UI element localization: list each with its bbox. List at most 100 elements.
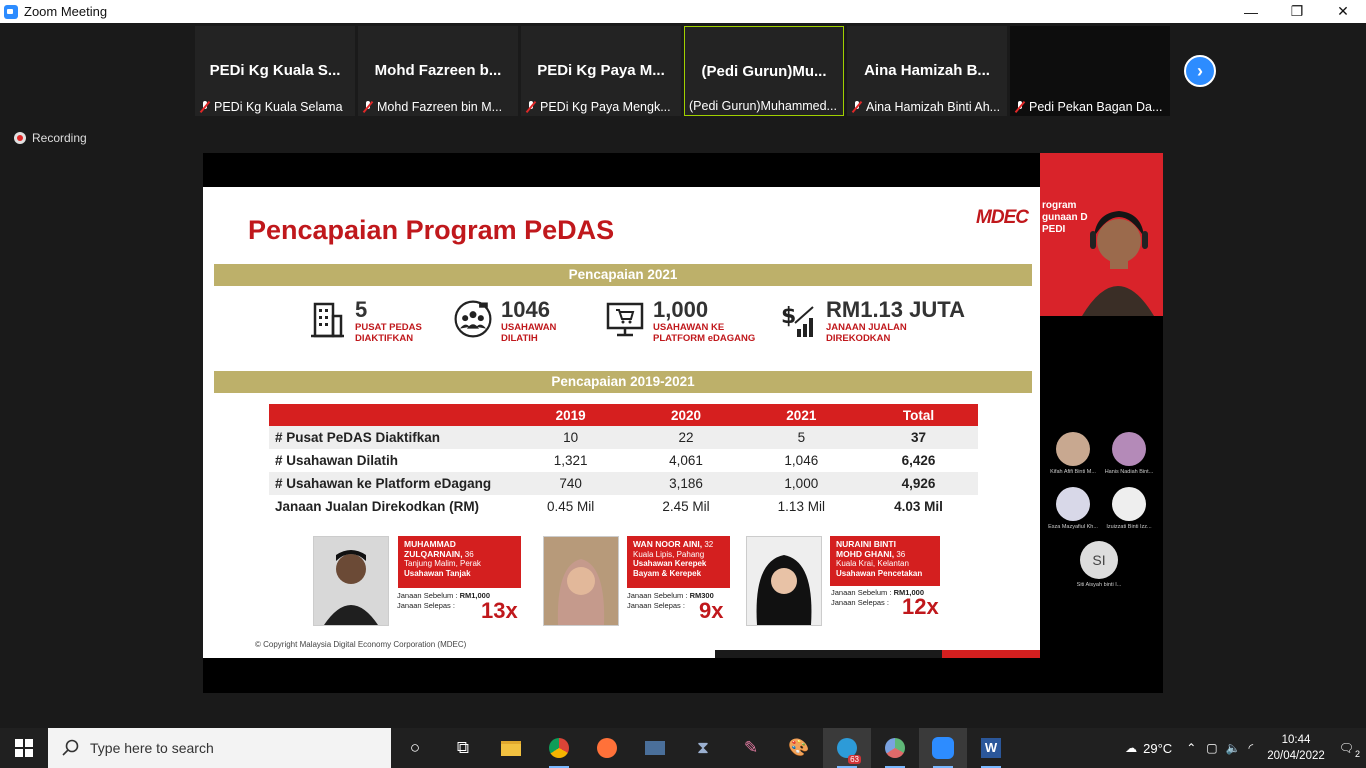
zoom-taskbar-icon[interactable] — [919, 728, 967, 768]
participant-name: PEDi Kg Paya Mengk... — [540, 100, 671, 114]
stat-label: USAHAWAN — [501, 322, 557, 333]
clock-date: 20/04/2022 — [1267, 750, 1325, 762]
presenter-video[interactable]: rogram gunaan D PEDI — [1040, 153, 1163, 316]
background-text-line: rogram — [1042, 200, 1077, 211]
avatar — [1056, 487, 1090, 521]
participant-tile[interactable]: Pedi Pekan Bagan Da... — [1010, 26, 1170, 116]
firefox-icon[interactable] — [583, 728, 631, 768]
gallery-participant[interactable]: Izuizzati Binti Izz... — [1099, 487, 1159, 530]
paint-app-icon[interactable]: ✎ — [727, 728, 775, 768]
gallery-participant[interactable]: Kifah Afifi Binti M... — [1043, 432, 1103, 475]
notification-center-icon[interactable]: 🗨 2 — [1339, 741, 1360, 759]
participant-name: Izuizzati Binti Izz... — [1106, 524, 1152, 530]
volume-icon[interactable]: 🔈 — [1226, 741, 1241, 755]
cortana-icon[interactable]: ○ — [391, 728, 439, 768]
next-page-button[interactable]: › — [1184, 55, 1216, 87]
notification-count: 2 — [1354, 749, 1360, 759]
profile-business: Usahawan Tanjak — [404, 568, 471, 578]
profile-label: NURAINI BINTI MOHD GHANI, 36 Kuala Krai,… — [830, 536, 940, 586]
profile-revenue: Janaan Sebelum : RM1,000 Janaan Selepas … — [397, 591, 490, 611]
gallery-participant[interactable]: Hanis Nadiah Bint... — [1099, 432, 1159, 475]
mic-muted-icon — [362, 101, 374, 113]
participant-tile[interactable]: Mohd Fazreen b... Mohd Fazreen bin M... — [358, 26, 518, 116]
avatar — [1112, 487, 1146, 521]
dollar-growth-icon: $ — [778, 298, 818, 340]
stat-label: DIREKODKAN — [826, 333, 891, 344]
table-cell: Janaan Jualan Direkodkan (RM) — [275, 499, 480, 514]
network-icon[interactable]: ◜ — [1249, 741, 1254, 755]
temperature[interactable]: 29°C — [1143, 741, 1172, 756]
table-cell: 740 — [513, 472, 629, 495]
chrome-alt-icon[interactable] — [871, 728, 919, 768]
slide-title: Pencapaian Program PeDAS — [248, 215, 615, 245]
profile-card: WAN NOOR AINI, 32 Kuala Lipis, Pahang Us… — [543, 536, 738, 631]
maximize-button[interactable]: ❐ — [1274, 0, 1320, 23]
participant-name: PEDi Kg Kuala Selama — [214, 100, 343, 114]
revenue-before-label: Janaan Sebelum : — [831, 588, 892, 597]
profile-place: Kuala Krai, Kelantan — [836, 559, 909, 568]
table-row: # Usahawan Dilatih 1,321 4,061 1,046 6,4… — [269, 449, 978, 472]
profile-card: MUHAMMAD ZULQARNAIN, 36 Tanjung Malim, P… — [313, 536, 528, 631]
minimize-button[interactable]: — — [1228, 0, 1274, 23]
file-explorer-icon[interactable] — [487, 728, 535, 768]
copyright-text: © Copyright Malaysia Digital Economy Cor… — [255, 640, 467, 649]
chevron-up-icon[interactable]: ⌃ — [1186, 741, 1196, 755]
hourglass-app-icon[interactable]: ⧗ — [679, 728, 727, 768]
participant-tile[interactable]: Aina Hamizah B... Aina Hamizah Binti Ah.… — [847, 26, 1007, 116]
profile-name: MOHD GHANI, — [836, 548, 895, 559]
mic-muted-icon — [525, 101, 537, 113]
clock[interactable]: 10:44 20/04/2022 — [1259, 732, 1333, 764]
table-cell: 1.13 Mil — [777, 499, 825, 514]
table-cell: 1,046 — [784, 453, 819, 468]
avatar: SI — [1080, 541, 1118, 579]
stat-number: 1,000 — [653, 297, 709, 322]
participant-tile[interactable]: PEDi Kg Kuala S... PEDi Kg Kuala Selama — [195, 26, 355, 116]
participant-tile[interactable]: PEDi Kg Paya M... PEDi Kg Paya Mengk... — [521, 26, 681, 116]
profile-business: Bayam & Kerepek — [633, 568, 702, 578]
profile-label: MUHAMMAD ZULQARNAIN, 36 Tanjung Malim, P… — [398, 536, 521, 588]
taskbar-search[interactable]: Type here to search — [48, 728, 391, 768]
word-icon[interactable]: W — [967, 728, 1015, 768]
participant-name: Hanis Nadiah Bint... — [1104, 469, 1154, 475]
start-button[interactable] — [0, 728, 48, 768]
participant-strip: PEDi Kg Kuala S... PEDi Kg Kuala Selama … — [195, 26, 1170, 118]
group-training-icon — [453, 298, 493, 340]
table-cell: 5 — [743, 426, 859, 449]
palette-app-icon[interactable]: 🎨 — [775, 728, 823, 768]
participant-name: (Pedi Gurun)Muhammed... — [689, 99, 837, 113]
presenter-background-text: rogram gunaan D PEDI — [1042, 200, 1088, 236]
search-placeholder: Type here to search — [90, 740, 214, 756]
profile-card: NURAINI BINTI MOHD GHANI, 36 Kuala Krai,… — [746, 536, 946, 631]
stat-label: DIAKTIFKAN — [355, 333, 414, 344]
entrepreneur-photo — [313, 536, 389, 626]
stat-number: RM1.13 JUTA — [826, 297, 965, 322]
chrome-icon[interactable] — [535, 728, 583, 768]
growth-multiplier: 13x — [481, 598, 518, 623]
media-app-icon[interactable] — [631, 728, 679, 768]
gallery-participant[interactable]: SI Siti Aisyah binti I... — [1069, 541, 1129, 588]
background-text-line: PEDI — [1042, 224, 1066, 235]
stat-jualan: $ RM1.13 JUTA JANAAN JUALAN DIREKODKAN — [778, 297, 965, 345]
participant-tile-speaking[interactable]: (Pedi Gurun)Mu... (Pedi Gurun)Muhammed..… — [684, 26, 844, 116]
zoom-window: Zoom Meeting — ❐ ✕ PEDi Kg Kuala S... PE… — [0, 0, 1366, 768]
task-view-icon[interactable]: ⧉ — [439, 728, 487, 768]
table-row: # Usahawan ke Platform eDagang 740 3,186… — [269, 472, 978, 495]
taskbar: Type here to search ○ ⧉ ⧗ ✎ 🎨 63 W ☁ 29°… — [0, 728, 1366, 768]
edge-app-icon[interactable]: 63 — [823, 728, 871, 768]
table-header: 2021 — [743, 404, 859, 426]
table-cell: 10 — [513, 426, 629, 449]
recording-indicator[interactable]: Recording — [14, 131, 87, 145]
table-cell: # Usahawan Dilatih — [275, 453, 399, 468]
revenue-before-label: Janaan Sebelum : — [397, 591, 458, 600]
stat-usahawan: 1046 USAHAWAN DILATIH — [453, 298, 556, 344]
building-icon — [307, 298, 347, 340]
table-row: Janaan Jualan Direkodkan (RM) 0.45 Mil 2… — [269, 495, 978, 518]
gallery-participant[interactable]: Esza Mazyafiul Kh... — [1043, 487, 1103, 530]
stat-number: 5 — [355, 297, 368, 322]
meet-now-icon[interactable]: ▢ — [1206, 741, 1217, 755]
zoom-app-icon — [4, 4, 18, 19]
profile-name: ZULQARNAIN, — [404, 548, 463, 559]
weather-icon[interactable]: ☁ — [1125, 741, 1137, 755]
close-button[interactable]: ✕ — [1320, 0, 1366, 23]
revenue-before-label: Janaan Sebelum : — [627, 591, 688, 600]
